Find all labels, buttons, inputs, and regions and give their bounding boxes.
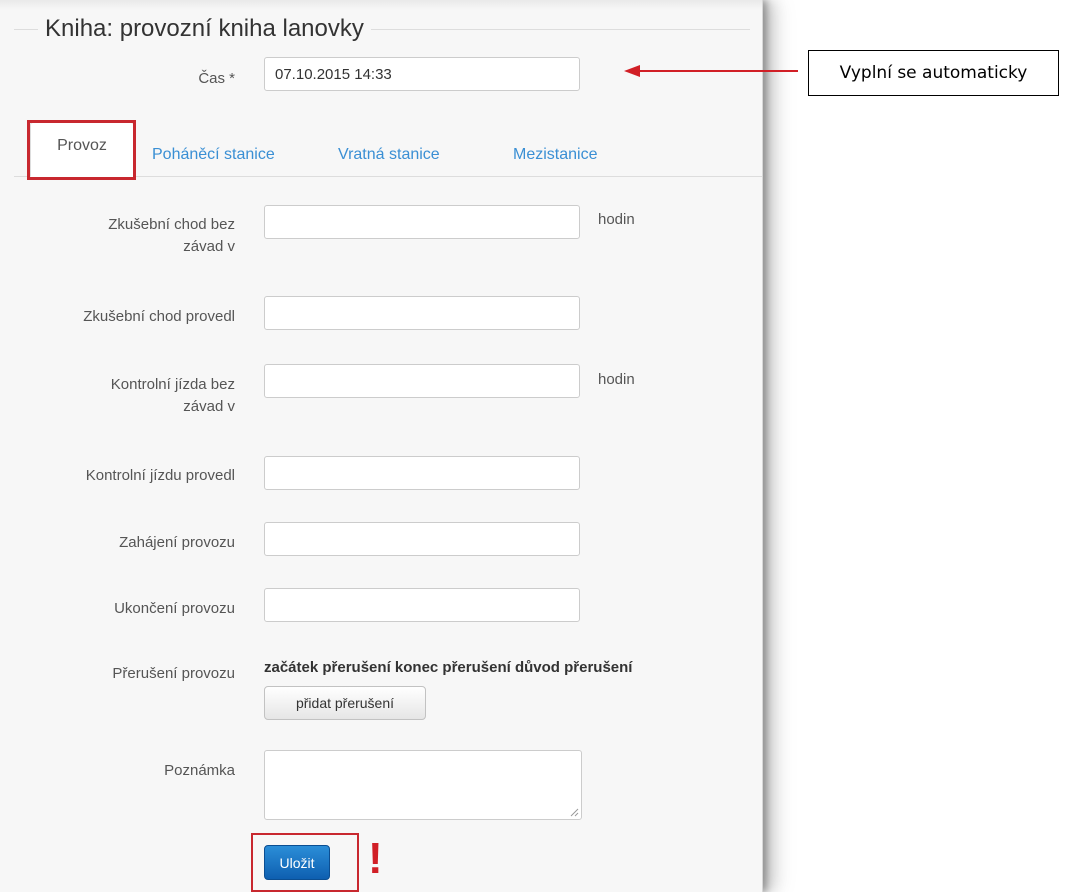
- test-run-label-line2: závad v: [183, 238, 235, 255]
- resize-grip-icon[interactable]: [570, 808, 579, 817]
- tab-highlight-box: [27, 120, 136, 180]
- test-run-label-line1: Zkušební chod bez: [108, 216, 235, 233]
- check-ride-label-line2: závad v: [183, 398, 235, 415]
- test-run-by-label: Zkušební chod provedl: [83, 308, 235, 325]
- page-title: Kniha: provozní kniha lanovky: [38, 14, 371, 44]
- time-input[interactable]: [264, 57, 580, 91]
- add-interruption-button[interactable]: přidat přerušení: [264, 686, 426, 720]
- auto-fill-callout: Vyplní se automaticky: [808, 50, 1059, 96]
- time-label: Čas *: [198, 70, 235, 87]
- check-ride-by-input[interactable]: [264, 456, 580, 490]
- tab-mezistanice[interactable]: Mezistanice: [513, 145, 597, 165]
- operation-end-label: Ukončení provozu: [114, 600, 235, 617]
- operation-start-input[interactable]: [264, 522, 580, 556]
- test-run-hours-suffix: hodin: [598, 211, 635, 228]
- check-ride-label: Kontrolní jízda bez závad v: [0, 374, 235, 418]
- check-ride-hours-input[interactable]: [264, 364, 580, 398]
- note-label: Poznámka: [164, 762, 235, 779]
- tab-vratna-stanice[interactable]: Vratná stanice: [338, 145, 440, 165]
- check-ride-label-line1: Kontrolní jízda bez: [110, 376, 235, 393]
- form-window: Kniha: provozní kniha lanovky Čas * Prov…: [0, 0, 763, 892]
- operation-end-input[interactable]: [264, 588, 580, 622]
- tab-pohaneci-stanice[interactable]: Poháněcí stanice: [152, 145, 275, 165]
- test-run-label: Zkušební chod bez závad v: [0, 214, 235, 258]
- check-ride-by-label: Kontrolní jízdu provedl: [85, 467, 235, 484]
- exclamation-mark: !: [368, 834, 383, 883]
- operation-start-label: Zahájení provozu: [119, 534, 235, 551]
- interruption-label: Přerušení provozu: [112, 665, 235, 682]
- test-run-by-input[interactable]: [264, 296, 580, 330]
- interruption-column-headers: začátek přerušení konec přerušení důvod …: [264, 659, 633, 676]
- test-run-hours-input[interactable]: [264, 205, 580, 239]
- save-button[interactable]: Uložit: [264, 845, 330, 880]
- red-arrow-icon: [624, 65, 798, 77]
- check-ride-hours-suffix: hodin: [598, 371, 635, 388]
- window-top-edge: [0, 0, 762, 10]
- note-textarea[interactable]: [264, 750, 582, 820]
